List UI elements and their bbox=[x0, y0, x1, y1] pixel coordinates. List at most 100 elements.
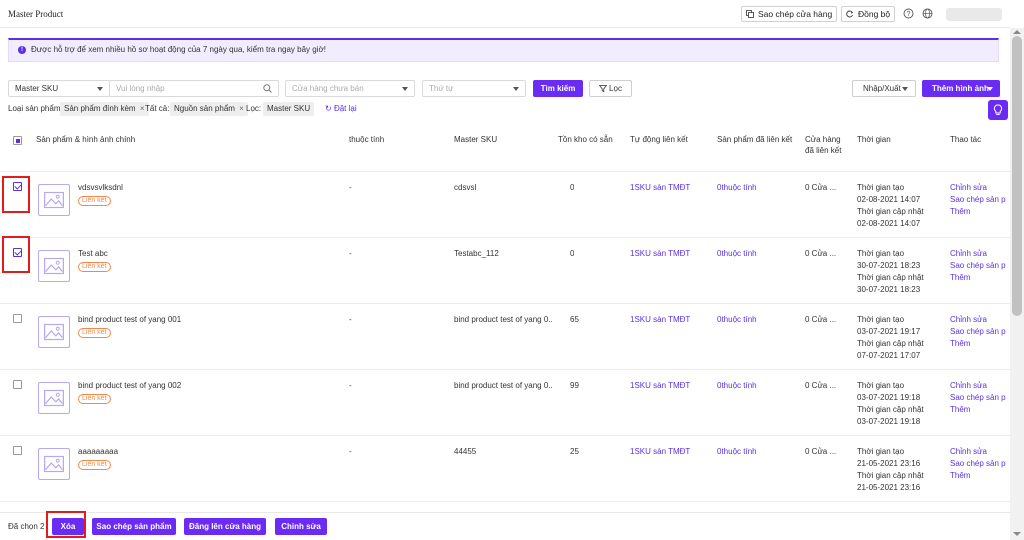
auto-link-value[interactable]: 1SKU sàn TMĐT bbox=[630, 446, 690, 457]
edit-link[interactable]: Chỉnh sửa bbox=[950, 182, 1006, 193]
created-time: 30-07-2021 18:23 bbox=[857, 261, 921, 270]
help-icon[interactable]: ? bbox=[903, 8, 914, 19]
bulk-edit-button[interactable]: Chỉnh sửa bbox=[275, 518, 327, 535]
auto-link-value[interactable]: 1SKU sàn TMĐT bbox=[630, 380, 690, 391]
filter-tag-value: Master SKU bbox=[267, 104, 311, 113]
search-type-value: Master SKU bbox=[15, 84, 59, 93]
image-placeholder-icon bbox=[38, 250, 70, 282]
user-avatar[interactable] bbox=[946, 8, 1002, 21]
edit-link[interactable]: Chỉnh sửa bbox=[950, 314, 1006, 325]
linked-product-value[interactable]: 0thuộc tính bbox=[717, 248, 757, 259]
table-row[interactable]: Test abc Liên kết - Testabc_112 0 1SKU sàn TM… bbox=[0, 238, 1010, 304]
created-label: Thời gian tạo bbox=[857, 447, 905, 456]
attribute-value: - bbox=[349, 183, 352, 192]
more-link[interactable]: Thêm bbox=[950, 206, 1006, 217]
link-badge: Liên kết bbox=[78, 262, 111, 272]
filter-button[interactable]: Lọc bbox=[589, 80, 632, 97]
search-type-select[interactable]: Master SKU bbox=[8, 80, 110, 97]
type-filter-value: Sản phẩm đính kèm bbox=[64, 104, 136, 113]
auto-link-value[interactable]: 1SKU sàn TMĐT bbox=[630, 314, 690, 325]
more-link[interactable]: Thêm bbox=[950, 404, 1006, 415]
scroll-down-icon[interactable] bbox=[1013, 532, 1021, 536]
product-name[interactable]: aaaaaaaaa bbox=[78, 446, 338, 457]
reset-icon: ↻ bbox=[325, 104, 332, 113]
row-checkbox[interactable] bbox=[13, 380, 22, 389]
table-row[interactable]: aaaaaaaaa Liên kết - 44455 25 1SKU sàn TMĐT 0t… bbox=[0, 436, 1010, 502]
info-icon: ! bbox=[18, 46, 26, 54]
table-row[interactable]: bind product test of yang 002 Liên kết - bi… bbox=[0, 370, 1010, 436]
copy-store-button[interactable]: Sao chép cửa hàng bbox=[741, 6, 838, 22]
reset-link[interactable]: ↻ Đặt lại bbox=[325, 102, 357, 116]
copy-product-link[interactable]: Sao chép sản p bbox=[950, 326, 1006, 337]
lightbulb-icon bbox=[993, 104, 1003, 115]
product-name[interactable]: vdsvsvlksdnl bbox=[78, 182, 338, 193]
copy-product-link[interactable]: Sao chép sản p bbox=[950, 194, 1006, 205]
search-placeholder: Vui lòng nhập bbox=[116, 84, 165, 93]
updated-label: Thời gian cập nhật bbox=[857, 471, 924, 480]
col-auto-link: Tự động liên kết bbox=[630, 135, 688, 144]
order-select[interactable]: Thứ tự bbox=[422, 80, 526, 97]
more-link[interactable]: Thêm bbox=[950, 338, 1006, 349]
link-badge: Liên kết bbox=[78, 196, 111, 206]
linked-product-value[interactable]: 0thuộc tính bbox=[717, 182, 757, 193]
updated-time: 21-05-2021 23:16 bbox=[857, 483, 921, 492]
copy-product-link[interactable]: Sao chép sản p bbox=[950, 260, 1006, 271]
row-checkbox[interactable] bbox=[13, 314, 22, 323]
all-filter-tag[interactable]: Nguồn sản phẩm × bbox=[170, 102, 248, 116]
all-filter-value: Nguồn sản phẩm bbox=[174, 104, 235, 113]
table-row[interactable]: bind product test of yang 001 Liên kết - bi… bbox=[0, 304, 1010, 370]
copy-product-link[interactable]: Sao chép sản p bbox=[950, 458, 1006, 469]
type-filter-label: Loại sản phẩm: bbox=[8, 104, 63, 113]
auto-link-value[interactable]: 1SKU sàn TMĐT bbox=[630, 248, 690, 259]
more-link[interactable]: Thêm bbox=[950, 272, 1006, 283]
svg-text:?: ? bbox=[907, 11, 911, 18]
stock-value: 99 bbox=[570, 381, 579, 390]
chevron-down-icon bbox=[513, 87, 519, 91]
publish-store-button[interactable]: Đăng lên cửa hàng bbox=[184, 518, 266, 535]
tips-button[interactable] bbox=[988, 100, 1008, 120]
close-icon[interactable]: × bbox=[239, 104, 244, 113]
all-filter-label: Tất cả: bbox=[145, 104, 170, 113]
linked-product-value[interactable]: 0thuộc tính bbox=[717, 380, 757, 391]
close-icon[interactable]: × bbox=[140, 104, 145, 113]
row-checkbox[interactable] bbox=[13, 446, 22, 455]
auto-link-value[interactable]: 1SKU sàn TMĐT bbox=[630, 182, 690, 193]
select-all-checkbox[interactable] bbox=[13, 136, 22, 145]
globe-icon[interactable] bbox=[922, 8, 933, 19]
scroll-up-icon[interactable] bbox=[1013, 30, 1021, 34]
sync-button[interactable]: Đồng bộ bbox=[841, 6, 896, 22]
product-name[interactable]: bind product test of yang 002 bbox=[78, 380, 338, 391]
product-name[interactable]: bind product test of yang 001 bbox=[78, 314, 338, 325]
master-sku: 44455 bbox=[454, 447, 477, 456]
table-row[interactable]: vdsvsvlksdnl Liên kết - cdsvsl 0 1SKU sàn TMĐ… bbox=[0, 172, 1010, 238]
linked-product-value[interactable]: 0thuộc tính bbox=[717, 446, 757, 457]
search-button[interactable]: Tìm kiếm bbox=[533, 80, 583, 97]
import-export-button[interactable]: Nhập/Xuất bbox=[852, 80, 916, 97]
type-filter-tag[interactable]: Sản phẩm đính kèm × bbox=[60, 102, 149, 116]
search-input[interactable]: Vui lòng nhập bbox=[109, 80, 279, 97]
stock-value: 0 bbox=[570, 183, 575, 192]
link-badge: Liên kết bbox=[78, 394, 111, 404]
image-placeholder-icon bbox=[38, 316, 70, 348]
scrollbar-thumb[interactable] bbox=[1012, 36, 1022, 316]
copy-product-link[interactable]: Sao chép sản p bbox=[950, 392, 1006, 403]
sync-label: Đồng bộ bbox=[858, 9, 891, 19]
updated-label: Thời gian cập nhật bbox=[857, 207, 924, 216]
copy-product-button[interactable]: Sao chép sản phẩm bbox=[92, 518, 176, 535]
add-image-button[interactable]: Thêm hình ảnh bbox=[922, 80, 1000, 97]
attribute-value: - bbox=[349, 315, 352, 324]
created-label: Thời gian tạo bbox=[857, 183, 905, 192]
edit-link[interactable]: Chỉnh sửa bbox=[950, 248, 1006, 259]
linked-product-value[interactable]: 0thuộc tính bbox=[717, 314, 757, 325]
linked-store-value: 0 Cửa ... bbox=[805, 249, 837, 258]
created-time: 02-08-2021 14:07 bbox=[857, 195, 921, 204]
more-link[interactable]: Thêm bbox=[950, 470, 1006, 481]
edit-link[interactable]: Chỉnh sửa bbox=[950, 380, 1006, 391]
filter-tag[interactable]: Master SKU bbox=[263, 102, 315, 116]
reset-label: Đặt lại bbox=[333, 104, 357, 113]
edit-link[interactable]: Chỉnh sửa bbox=[950, 446, 1006, 457]
product-name[interactable]: Test abc bbox=[78, 248, 338, 259]
copy-store-label: Sao chép cửa hàng bbox=[758, 9, 833, 19]
filter-tag-label: Lọc: bbox=[246, 104, 262, 113]
store-select[interactable]: Cửa hàng chưa bán bbox=[285, 80, 415, 97]
